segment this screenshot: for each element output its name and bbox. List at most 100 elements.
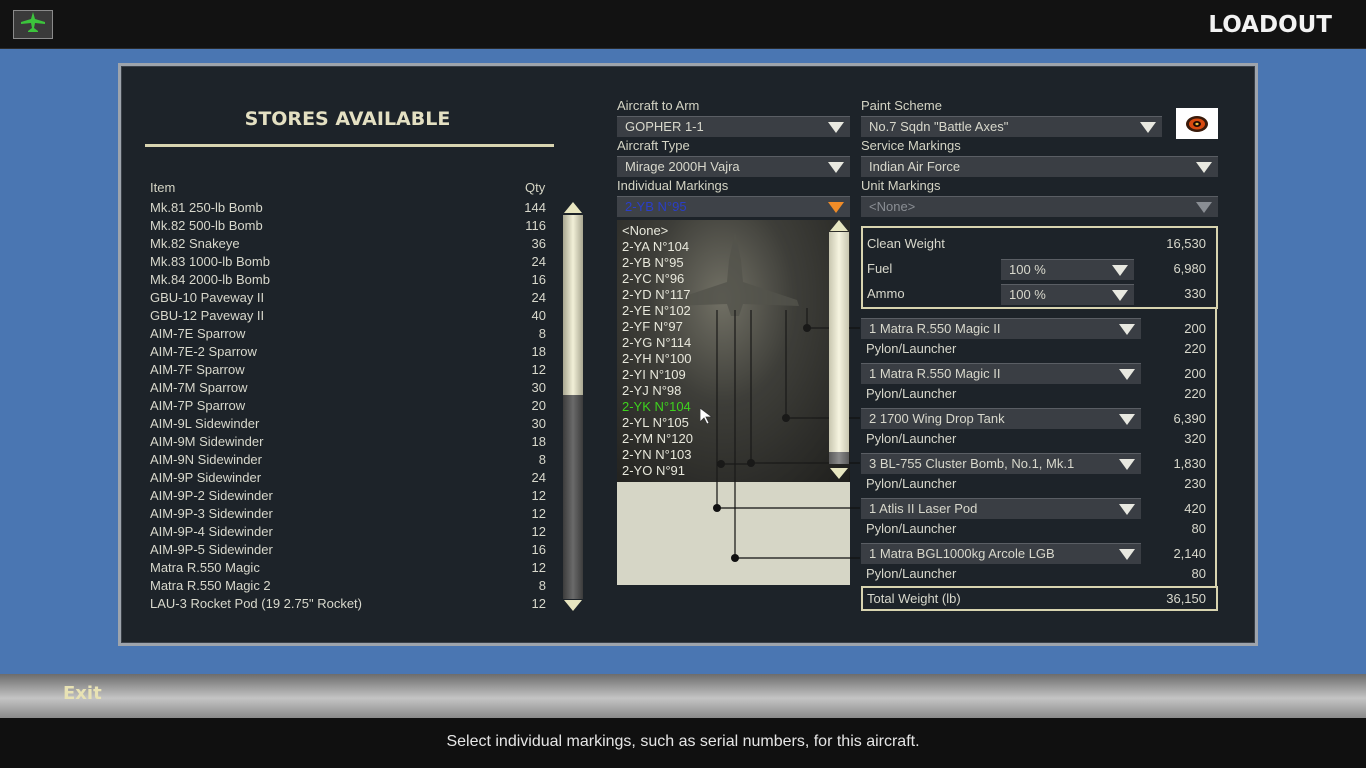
mouse-cursor-icon: [700, 408, 714, 424]
ammo-percent-dropdown[interactable]: 100 %: [1001, 284, 1134, 305]
markings-scroll-down-icon[interactable]: [830, 468, 848, 479]
store-row[interactable]: AIM-7E-2 Sparrow 18: [150, 344, 550, 362]
store-row[interactable]: Mk.84 2000-lb Bomb 16: [150, 272, 550, 290]
station-store-weight: 2,140: [1173, 546, 1206, 561]
store-name: Matra R.550 Magic: [150, 560, 260, 575]
markings-option[interactable]: 2-YL N°105: [622, 415, 689, 431]
station-store-dropdown[interactable]: 1 Atlis II Laser Pod: [861, 498, 1141, 519]
stores-list: Mk.81 250-lb Bomb 144 Mk.82 500-lb Bomb 116…: [150, 200, 550, 614]
chevron-down-icon: [828, 162, 844, 173]
store-row[interactable]: Mk.82 Snakeye 36: [150, 236, 550, 254]
store-row[interactable]: AIM-7P Sparrow 20: [150, 398, 550, 416]
store-name: LAU-3 Rocket Pod (19 2.75" Rocket): [150, 596, 362, 611]
station-store-dropdown[interactable]: 1 Matra R.550 Magic II: [861, 363, 1141, 384]
store-name: GBU-12 Paveway II: [150, 308, 265, 323]
markings-scroll-up-icon[interactable]: [830, 220, 848, 231]
store-row[interactable]: Mk.81 250-lb Bomb 144: [150, 200, 550, 218]
markings-option[interactable]: 2-YN N°103: [622, 447, 692, 463]
markings-option[interactable]: 2-YF N°97: [622, 319, 683, 335]
markings-option[interactable]: 2-YE N°102: [622, 303, 691, 319]
squadron-insignia-icon: [1176, 108, 1218, 139]
markings-option[interactable]: 2-YI N°109: [622, 367, 686, 383]
store-row[interactable]: AIM-9N Sidewinder 8: [150, 452, 550, 470]
station-store-dropdown[interactable]: 1 Matra R.550 Magic II: [861, 318, 1141, 339]
store-name: Mk.82 Snakeye: [150, 236, 240, 251]
store-row[interactable]: AIM-9M Sidewinder 18: [150, 434, 550, 452]
stores-scrollbar-thumb[interactable]: [563, 215, 583, 395]
fuel-weight-value: 6,980: [1173, 261, 1206, 276]
markings-option[interactable]: 2-YA N°104: [622, 239, 689, 255]
store-row[interactable]: GBU-12 Paveway II 40: [150, 308, 550, 326]
store-row[interactable]: AIM-7E Sparrow 8: [150, 326, 550, 344]
store-qty: 12: [531, 362, 546, 377]
service-markings-value: Indian Air Force: [869, 159, 961, 174]
home-button[interactable]: [13, 10, 53, 39]
fuel-percent-dropdown[interactable]: 100 %: [1001, 259, 1134, 280]
store-name: Mk.84 2000-lb Bomb: [150, 272, 270, 287]
aircraft-to-arm-dropdown[interactable]: GOPHER 1-1: [617, 116, 850, 137]
store-row[interactable]: AIM-9P-3 Sidewinder 12: [150, 506, 550, 524]
store-name: Mk.81 250-lb Bomb: [150, 200, 263, 215]
store-name: AIM-9P-5 Sidewinder: [150, 542, 273, 557]
markings-scrollbar-thumb[interactable]: [829, 232, 849, 452]
station-pylon-weight: 220: [1184, 386, 1206, 401]
store-qty: 36: [531, 236, 546, 251]
store-name: AIM-9N Sidewinder: [150, 452, 262, 467]
station-pylon-label: Pylon/Launcher: [866, 431, 957, 446]
aircraft-type-dropdown[interactable]: Mirage 2000H Vajra: [617, 156, 850, 177]
store-qty: 116: [525, 218, 546, 233]
station-store-label: 1 Matra R.550 Magic II: [869, 321, 1001, 336]
ammo-label: Ammo: [867, 286, 905, 301]
store-row[interactable]: GBU-10 Paveway II 24: [150, 290, 550, 308]
markings-option[interactable]: 2-YD N°117: [622, 287, 691, 303]
markings-option[interactable]: 2-YJ N°98: [622, 383, 681, 399]
store-row[interactable]: AIM-9P-4 Sidewinder 12: [150, 524, 550, 542]
column-header-item: Item: [150, 180, 176, 195]
exit-button[interactable]: Exit: [63, 683, 102, 704]
station-store-weight: 1,830: [1173, 456, 1206, 471]
paint-scheme-dropdown[interactable]: No.7 Sqdn "Battle Axes": [861, 116, 1162, 137]
store-row[interactable]: Matra R.550 Magic 12: [150, 560, 550, 578]
individual-markings-dropdown[interactable]: 2-YB N°95: [617, 196, 850, 217]
store-name: GBU-10 Paveway II: [150, 290, 265, 305]
store-row[interactable]: AIM-9P-2 Sidewinder 12: [150, 488, 550, 506]
store-name: Matra R.550 Magic 2: [150, 578, 271, 593]
markings-option[interactable]: 2-YK N°104: [622, 399, 691, 415]
markings-option[interactable]: 2-YB N°95: [622, 255, 684, 271]
store-row[interactable]: AIM-7M Sparrow 30: [150, 380, 550, 398]
station-store-dropdown[interactable]: 3 BL-755 Cluster Bomb, No.1, Mk.1: [861, 453, 1141, 474]
station-store-dropdown[interactable]: 1 Matra BGL1000kg Arcole LGB: [861, 543, 1141, 564]
markings-option[interactable]: 2-YG N°114: [622, 335, 691, 351]
store-row[interactable]: LAU-3 Rocket Pod (19 2.75" Rocket) 12: [150, 596, 550, 614]
store-row[interactable]: AIM-9P-5 Sidewinder 16: [150, 542, 550, 560]
store-name: AIM-9P Sidewinder: [150, 470, 262, 485]
store-row[interactable]: AIM-7F Sparrow 12: [150, 362, 550, 380]
store-qty: 24: [531, 254, 546, 269]
store-row[interactable]: AIM-9L Sidewinder 30: [150, 416, 550, 434]
individual-markings-list[interactable]: <None> 2-YA N°104 2-YB N°95 2-YC N°96 2-YD N…: [617, 220, 849, 482]
store-qty: 18: [531, 344, 546, 359]
unit-markings-dropdown[interactable]: <None>: [861, 196, 1218, 217]
chevron-down-icon: [1112, 265, 1128, 276]
store-name: Mk.83 1000-lb Bomb: [150, 254, 270, 269]
service-markings-dropdown[interactable]: Indian Air Force: [861, 156, 1218, 177]
store-row[interactable]: Mk.83 1000-lb Bomb 24: [150, 254, 550, 272]
top-bar: [0, 0, 1366, 49]
markings-option[interactable]: 2-YM N°120: [622, 431, 693, 447]
chevron-down-icon: [1140, 122, 1156, 133]
markings-option[interactable]: 2-YC N°96: [622, 271, 684, 287]
fuel-percent-value: 100 %: [1009, 262, 1046, 277]
stores-scroll-up-icon[interactable]: [564, 202, 582, 213]
chevron-down-icon: [1119, 459, 1135, 470]
stations-right-rule: [1215, 309, 1217, 586]
store-row[interactable]: AIM-9P Sidewinder 24: [150, 470, 550, 488]
markings-option[interactable]: 2-YO N°91: [622, 463, 685, 479]
markings-option[interactable]: 2-YH N°100: [622, 351, 692, 367]
markings-option[interactable]: <None>: [622, 223, 668, 239]
store-row[interactable]: Mk.82 500-lb Bomb 116: [150, 218, 550, 236]
station-store-dropdown[interactable]: 2 1700 Wing Drop Tank: [861, 408, 1141, 429]
station-store-weight: 200: [1184, 321, 1206, 336]
stores-scroll-down-icon[interactable]: [564, 600, 582, 611]
clean-weight-label: Clean Weight: [867, 236, 945, 251]
store-row[interactable]: Matra R.550 Magic 2 8: [150, 578, 550, 596]
